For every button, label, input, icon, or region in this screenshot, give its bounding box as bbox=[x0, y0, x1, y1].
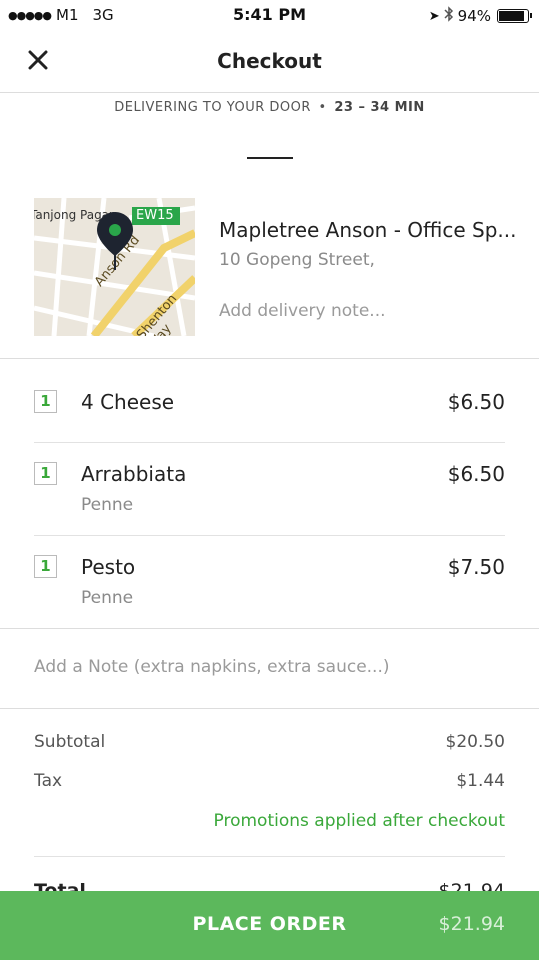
item-quantity: 1 bbox=[34, 462, 57, 485]
item-quantity: 1 bbox=[34, 555, 57, 578]
delivery-address-title[interactable]: Mapletree Anson - Office Sp... bbox=[219, 218, 519, 242]
battery-fill bbox=[499, 11, 525, 21]
item-price: $7.50 bbox=[447, 555, 505, 579]
section-divider bbox=[247, 157, 293, 159]
delivery-time-range: 23 – 34 MIN bbox=[334, 100, 425, 115]
divider bbox=[34, 535, 505, 536]
location-arrow-icon: ➤ bbox=[428, 8, 440, 24]
item-price: $6.50 bbox=[447, 462, 505, 486]
eta-separator: • bbox=[318, 100, 327, 115]
item-name: Arrabbiata bbox=[81, 462, 187, 486]
subtotal-value: $20.50 bbox=[445, 732, 505, 752]
status-right: ➤ 94% bbox=[428, 6, 532, 26]
item-name: Pesto bbox=[81, 555, 136, 579]
bluetooth-icon bbox=[444, 6, 454, 26]
divider bbox=[0, 708, 539, 709]
divider bbox=[34, 442, 505, 443]
item-price: $6.50 bbox=[447, 390, 505, 414]
battery-icon bbox=[497, 9, 532, 23]
item-option: Penne bbox=[81, 588, 134, 608]
delivery-note-field[interactable]: Add delivery note... bbox=[219, 301, 386, 321]
item-name: 4 Cheese bbox=[81, 390, 175, 414]
battery-percent: 94% bbox=[457, 7, 491, 25]
map-pin-icon bbox=[97, 212, 133, 270]
place-order-button[interactable]: PLACE ORDER $21.94 bbox=[0, 891, 539, 960]
item-option: Penne bbox=[81, 495, 134, 515]
nav-bar: Checkout bbox=[0, 30, 539, 93]
divider bbox=[0, 628, 539, 629]
delivery-eta: DELIVERING TO YOUR DOOR • 23 – 34 MIN bbox=[0, 100, 539, 115]
tax-label: Tax bbox=[34, 771, 63, 791]
divider bbox=[34, 856, 505, 857]
status-bar: ●●●●● M1 3G 5:41 PM ➤ 94% bbox=[0, 0, 539, 30]
tax-value: $1.44 bbox=[456, 771, 505, 791]
order-note-field[interactable]: Add a Note (extra napkins, extra sauce..… bbox=[34, 657, 390, 677]
divider bbox=[0, 358, 539, 359]
page-title: Checkout bbox=[217, 49, 322, 73]
delivery-label: DELIVERING TO YOUR DOOR bbox=[114, 100, 311, 115]
item-quantity: 1 bbox=[34, 390, 57, 413]
delivery-map[interactable]: Tanjong Pagar EW15 Anson Rd Shenton Way bbox=[34, 198, 195, 336]
place-order-total: $21.94 bbox=[438, 913, 505, 935]
promotions-note: Promotions applied after checkout bbox=[213, 811, 505, 831]
delivery-address-street: 10 Gopeng Street, bbox=[219, 250, 375, 270]
map-station-label: EW15 bbox=[136, 208, 174, 223]
subtotal-label: Subtotal bbox=[34, 732, 106, 752]
